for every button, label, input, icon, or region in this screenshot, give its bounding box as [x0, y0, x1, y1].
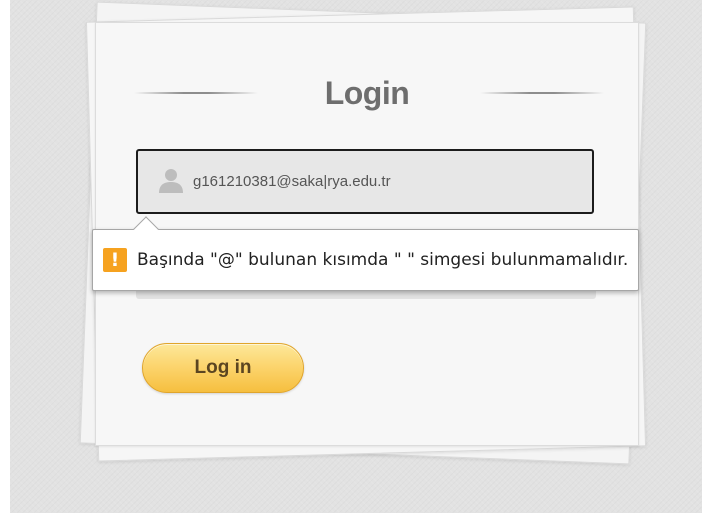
- login-button[interactable]: Log in: [142, 343, 304, 393]
- username-value: g161210381@saka|rya.edu.tr: [193, 173, 391, 190]
- title-section: Login: [96, 75, 638, 115]
- page-left-edge: [0, 0, 10, 513]
- username-input[interactable]: g161210381@saka|rya.edu.tr: [136, 149, 594, 214]
- title-divider-right: [480, 92, 604, 94]
- user-icon: [159, 169, 183, 193]
- validation-tooltip: ! Başında "@" bulunan kısımda " " simges…: [92, 216, 639, 291]
- warning-icon: !: [103, 248, 127, 272]
- validation-message: Başında "@" bulunan kısımda " " simgesi …: [137, 250, 629, 270]
